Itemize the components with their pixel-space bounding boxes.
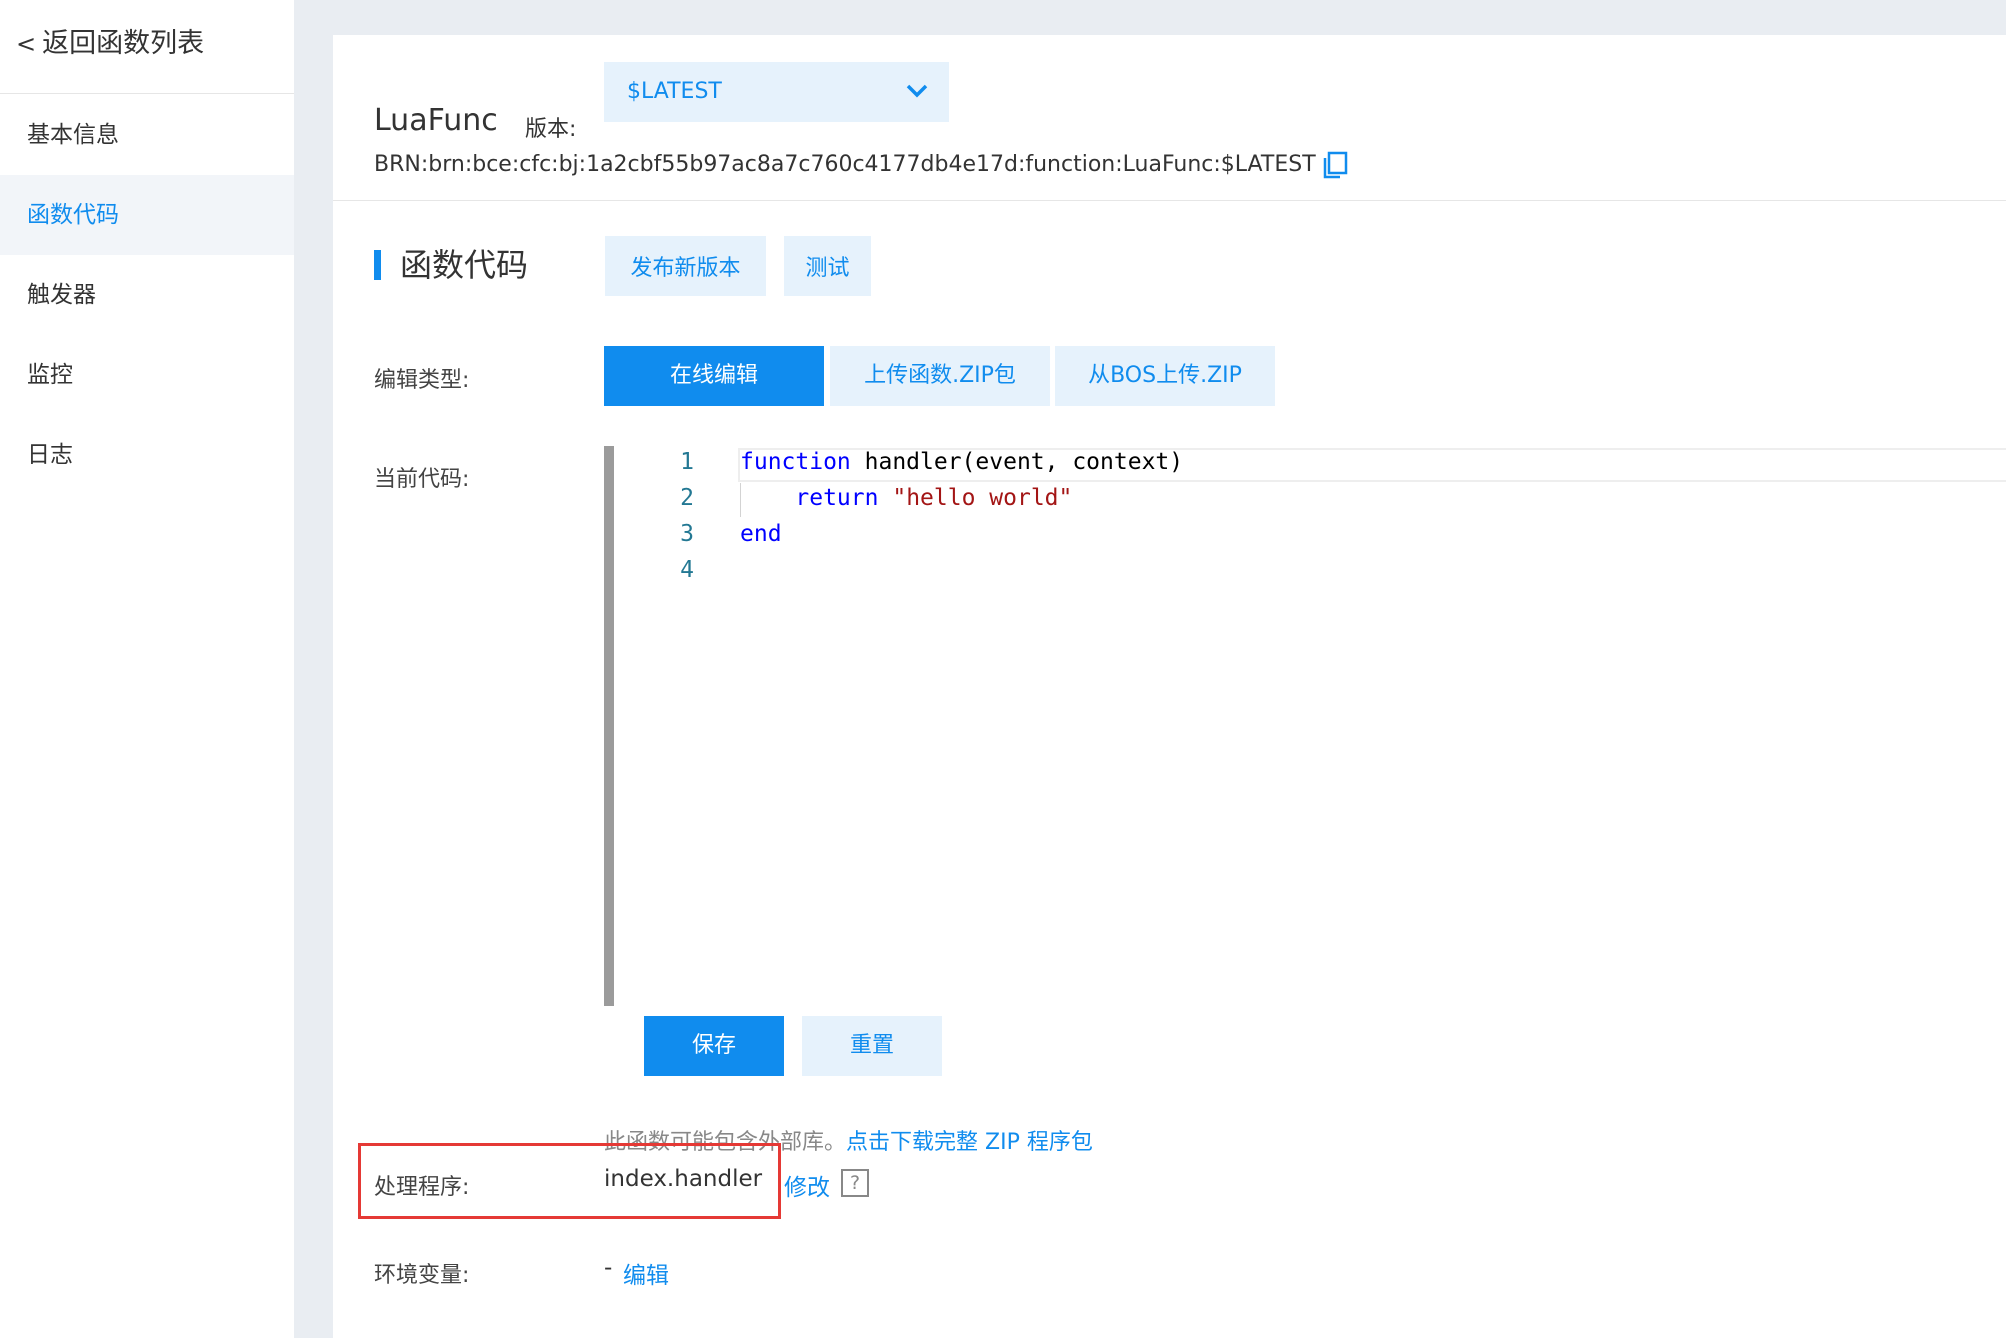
chevron-down-icon — [906, 84, 928, 98]
version-select-value: $LATEST — [627, 79, 722, 104]
brn-label: BRN: — [374, 152, 429, 177]
edit-env-vars-link[interactable]: 编辑 — [623, 1256, 669, 1290]
line-number: 3 — [680, 521, 694, 547]
section-title: 函数代码 — [400, 246, 529, 284]
reset-button[interactable]: 重置 — [802, 1016, 942, 1076]
code-string: "hello world" — [892, 485, 1073, 511]
header-divider — [333, 200, 2006, 201]
line-number: 4 — [680, 557, 694, 583]
version-label: 版本: — [525, 117, 577, 142]
test-button[interactable]: 测试 — [784, 236, 871, 296]
edit-handler-link[interactable]: 修改 — [784, 1168, 830, 1202]
sidebar: < 返回函数列表 基本信息 函数代码 触发器 监控 日志 — [0, 0, 294, 1338]
brn-value: brn:bce:cfc:bj:1a2cbf55b97ac8a7c760c4177… — [428, 152, 1316, 177]
code-keyword: return — [795, 485, 879, 511]
code-keyword: end — [740, 521, 782, 547]
code-line[interactable]: end — [740, 521, 782, 547]
function-name: LuaFunc — [374, 103, 498, 138]
handler-value: index.handler — [604, 1166, 763, 1192]
code-text: handler(event, context) — [850, 449, 1184, 475]
save-button[interactable]: 保存 — [644, 1016, 784, 1076]
code-line[interactable]: return "hello world" — [740, 485, 1072, 511]
section-title-bar — [374, 250, 381, 280]
code-keyword: function — [740, 449, 851, 475]
version-select[interactable]: $LATEST — [604, 62, 949, 122]
download-zip-link[interactable]: 点击下载完整 ZIP 程序包 — [846, 1130, 1093, 1155]
main-panel: LuaFunc 版本: $LATEST BRN:brn:bce:cfc:bj:1… — [333, 35, 2006, 1338]
tab-upload-from-bos[interactable]: 从BOS上传.ZIP — [1055, 346, 1275, 406]
code-line[interactable]: function handler(event, context) — [740, 449, 1183, 475]
tab-upload-zip[interactable]: 上传函数.ZIP包 — [830, 346, 1050, 406]
back-to-function-list-link[interactable]: < 返回函数列表 — [16, 22, 204, 66]
line-number: 1 — [680, 449, 694, 475]
env-vars-label: 环境变量: — [374, 1263, 470, 1288]
copy-icon[interactable] — [1322, 151, 1348, 179]
edit-type-label: 编辑类型: — [374, 368, 470, 393]
publish-new-version-button[interactable]: 发布新版本 — [605, 236, 766, 296]
chevron-left-icon: < — [16, 30, 37, 58]
tab-online-edit[interactable]: 在线编辑 — [604, 346, 824, 406]
sidebar-item-monitoring[interactable]: 监控 — [0, 335, 294, 415]
current-code-label: 当前代码: — [374, 467, 470, 492]
sidebar-item-logs[interactable]: 日志 — [0, 415, 294, 495]
code-editor[interactable]: 1 2 3 4 function handler(event, context)… — [604, 446, 2006, 1006]
handler-label: 处理程序: — [374, 1175, 470, 1200]
sidebar-item-function-code[interactable]: 函数代码 — [0, 175, 294, 255]
env-vars-value: - — [604, 1255, 613, 1281]
line-number: 2 — [680, 485, 694, 511]
back-link-label: 返回函数列表 — [42, 28, 205, 59]
sidebar-item-basic-info[interactable]: 基本信息 — [0, 95, 294, 175]
sidebar-item-triggers[interactable]: 触发器 — [0, 255, 294, 335]
brn-row: BRN:brn:bce:cfc:bj:1a2cbf55b97ac8a7c760c… — [374, 145, 1348, 185]
sidebar-divider — [0, 93, 294, 94]
editor-gutter-bar — [604, 446, 614, 1006]
help-icon[interactable]: ? — [841, 1169, 869, 1197]
